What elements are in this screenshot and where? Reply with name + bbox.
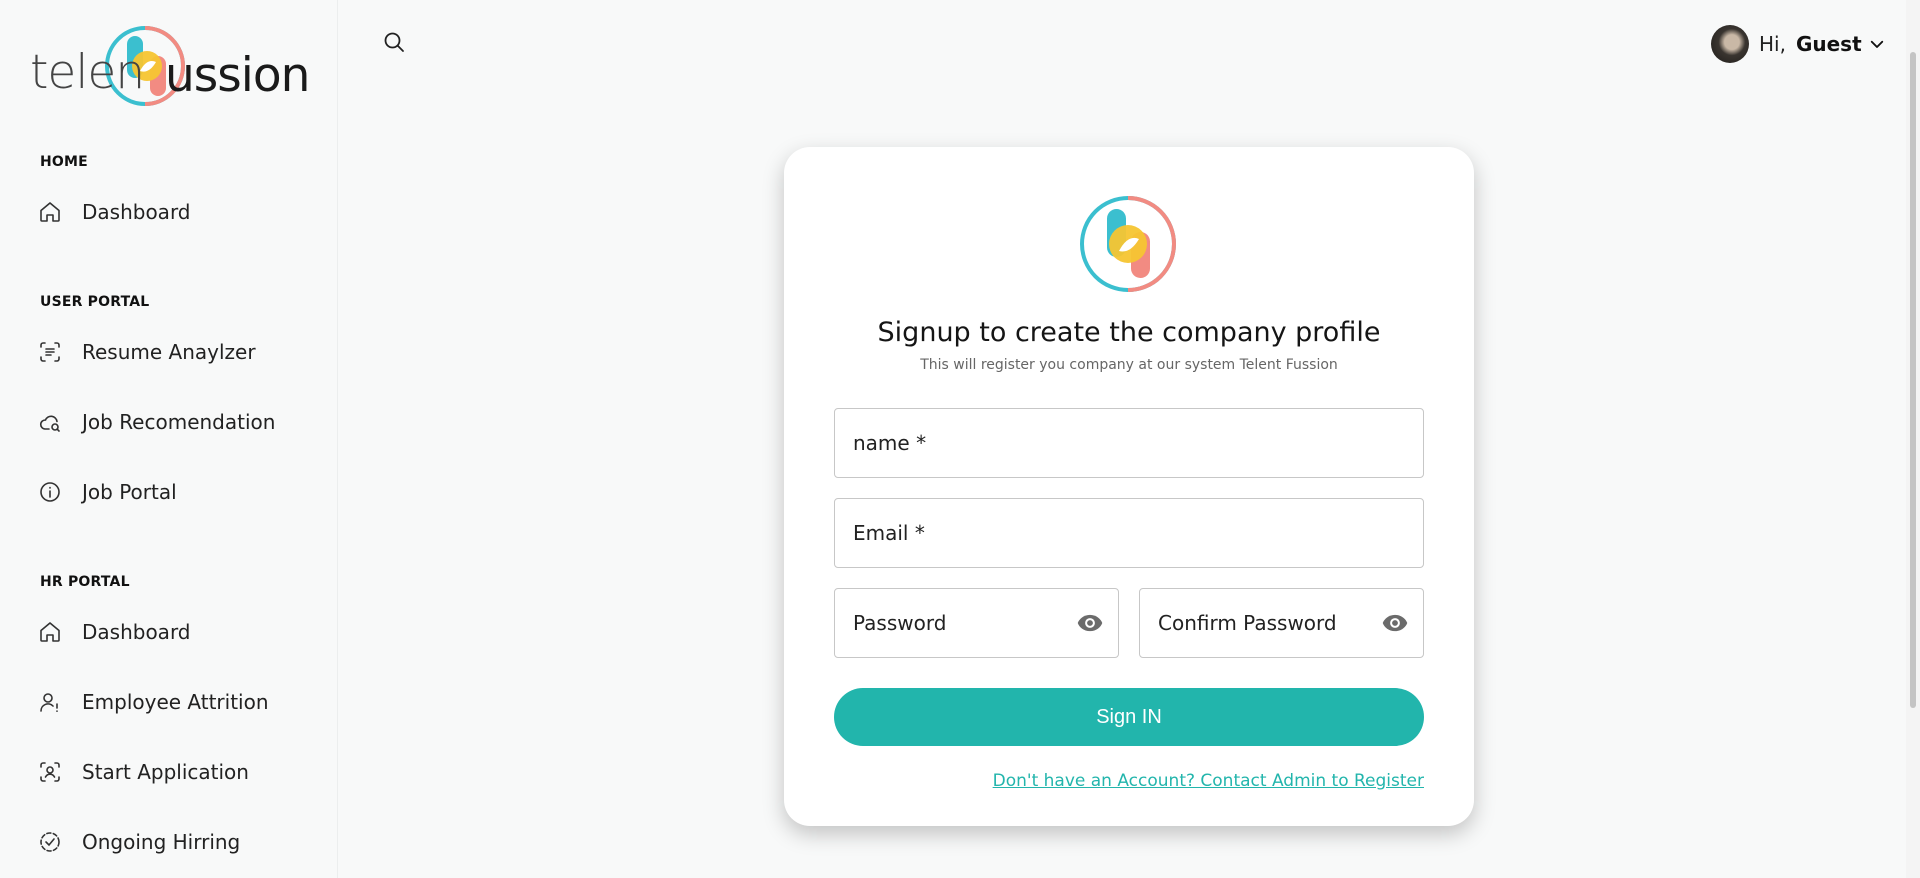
search-icon — [384, 32, 404, 52]
scrollbar-thumb[interactable] — [1910, 52, 1916, 708]
section-title-home: HOME — [40, 154, 88, 170]
username-text: Guest — [1795, 32, 1862, 56]
logo-text-left: telen — [30, 45, 145, 100]
sidebar-item-dashboard[interactable]: Dashboard — [36, 190, 316, 234]
sidebar-item-label: Dashboard — [82, 620, 191, 644]
sidebar-item-label: Start Application — [82, 760, 249, 784]
email-field[interactable]: Email * — [834, 498, 1424, 568]
eye-icon — [1077, 614, 1103, 632]
home-icon — [36, 618, 64, 646]
brand-logo[interactable]: telen ussion — [30, 24, 310, 110]
password-visibility-toggle[interactable] — [1074, 607, 1106, 639]
cloud-search-icon — [36, 408, 64, 436]
sidebar-item-label: Job Recomendation — [82, 410, 276, 434]
info-icon — [36, 478, 64, 506]
circle-check-dashed-icon — [36, 828, 64, 856]
brand-mark-icon — [1080, 196, 1176, 292]
confirm-password-visibility-toggle[interactable] — [1379, 607, 1411, 639]
sidebar-item-job-recommendation[interactable]: Job Recomendation — [36, 400, 316, 444]
greeting-text: Hi, — [1759, 32, 1786, 56]
sign-in-button[interactable]: Sign IN — [834, 688, 1424, 746]
logo-text-right: ussion — [165, 48, 310, 103]
chevron-down-icon — [1870, 40, 1883, 48]
confirm-password-field-label: Confirm Password — [1158, 611, 1337, 635]
sidebar-item-employee-attrition[interactable]: Employee Attrition — [36, 680, 316, 724]
scan-user-icon — [36, 758, 64, 786]
sidebar-item-label: Ongoing Hirring — [82, 830, 241, 854]
sidebar-item-label: Employee Attrition — [82, 690, 269, 714]
name-field[interactable]: name * — [834, 408, 1424, 478]
sidebar-item-label: Dashboard — [82, 200, 191, 224]
password-field[interactable]: Password — [834, 588, 1119, 658]
confirm-password-field[interactable]: Confirm Password — [1139, 588, 1424, 658]
form-subtitle: This will register you company at our sy… — [920, 357, 1338, 373]
sidebar-item-label: Job Portal — [82, 480, 177, 504]
sidebar-item-resume-analyzer[interactable]: Resume Anaylzer — [36, 330, 316, 374]
avatar — [1711, 25, 1749, 63]
user-menu[interactable]: Hi, Guest — [1711, 24, 1886, 64]
contact-admin-register-link[interactable]: Don't have an Account? Contact Admin to … — [993, 771, 1424, 791]
section-title-user-portal: USER PORTAL — [40, 294, 150, 310]
sidebar-item-job-portal[interactable]: Job Portal — [36, 470, 316, 514]
name-field-label: name * — [853, 431, 927, 455]
signup-card: Signup to create the company profile Thi… — [784, 147, 1474, 826]
sidebar-item-label: Resume Anaylzer — [82, 340, 256, 364]
sidebar-item-hr-dashboard[interactable]: Dashboard — [36, 610, 316, 654]
page-scrollbar[interactable] — [1906, 0, 1920, 878]
sidebar-item-start-application[interactable]: Start Application — [36, 750, 316, 794]
search-button[interactable] — [382, 30, 410, 58]
user-alert-icon — [36, 688, 64, 716]
section-title-hr-portal: HR PORTAL — [40, 574, 130, 590]
password-field-label: Password — [853, 611, 947, 635]
scan-text-icon — [36, 338, 64, 366]
email-field-label: Email * — [853, 521, 925, 545]
eye-icon — [1382, 614, 1408, 632]
sidebar-item-ongoing-hiring[interactable]: Ongoing Hirring — [36, 820, 316, 864]
sidebar: telen ussion HOME Dashboard USER PORTAL … — [0, 0, 338, 878]
form-title: Signup to create the company profile — [877, 317, 1381, 348]
home-icon — [36, 198, 64, 226]
